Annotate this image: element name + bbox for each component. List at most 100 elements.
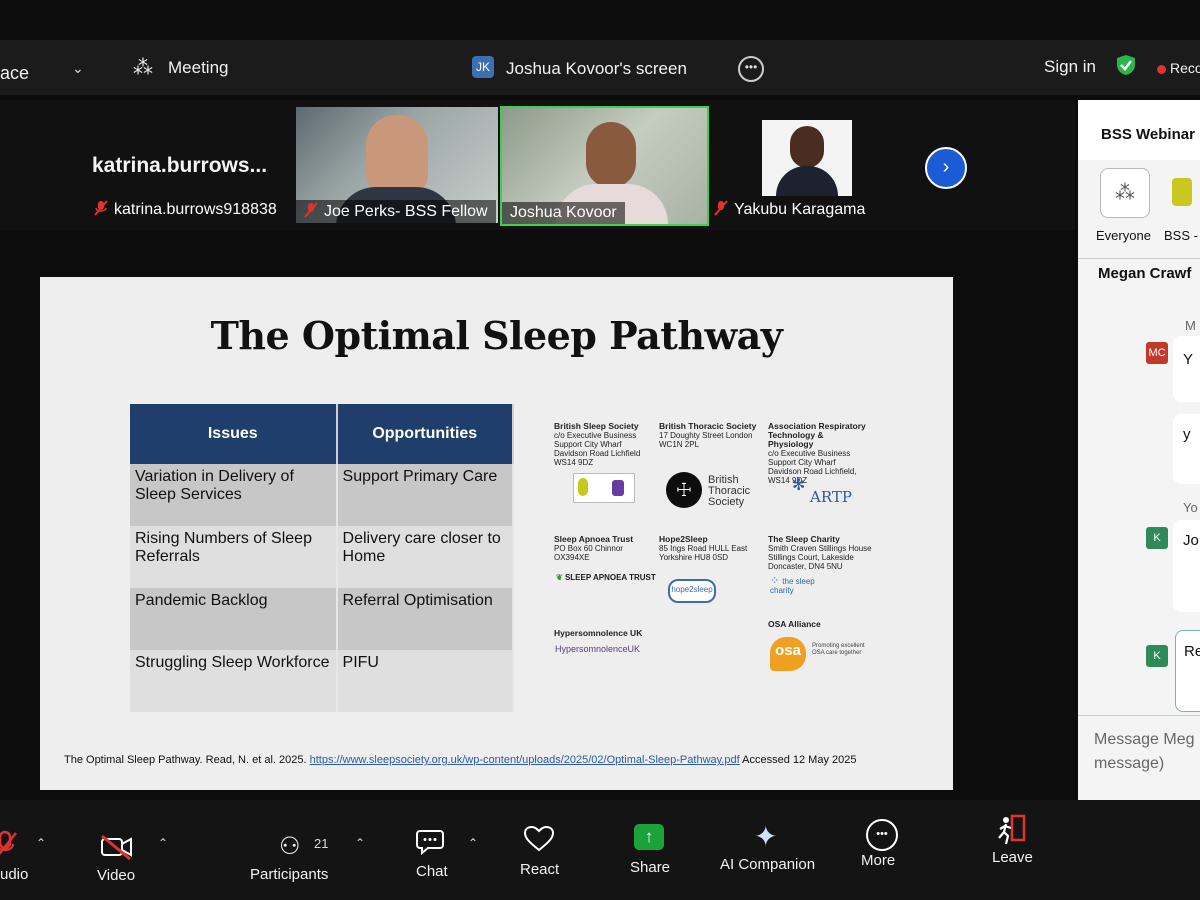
message-bubble: y [1173,414,1200,484]
message-sender: Yo [1183,500,1198,515]
logo-mark [578,478,588,496]
sign-in-link[interactable]: Sign in [1044,57,1096,77]
react-label[interactable]: React [520,861,559,878]
org-name: British Sleep Society [554,421,639,431]
issues-opportunities-table: Issues Opportunities Variation in Delive… [130,404,515,712]
org-name: British Thoracic Society [659,421,757,431]
org-address: c/o Executive Business Support City Whar… [554,431,641,467]
org-sleep-apnoea-trust: Sleep Apnoea Trust PO Box 60 Chinnor OX3… [554,534,649,563]
message-line: Re [1184,643,1200,660]
org-hope2sleep: Hope2Sleep 85 Ings Road HULL East Yorksh… [659,534,754,563]
org-british-thoracic-society: British Thoracic Society 17 Doughty Stre… [659,421,759,450]
avatar-yakubu-karagama [762,120,852,196]
hypersomnolence-logo: HypersomnolenceUK [555,644,641,654]
table-cell: Struggling Sleep Workforce [130,650,338,712]
security-shield-icon[interactable] [1116,54,1136,76]
table-row: Struggling Sleep Workforce PIFU [130,650,515,712]
org-artp: Association Respiratory Technology & Phy… [768,422,868,486]
mic-muted-icon [714,200,728,216]
avatar: K [1146,527,1168,549]
chat-icon[interactable] [416,828,446,856]
react-heart-icon[interactable] [524,826,554,852]
org-name: Hope2Sleep [659,534,708,544]
message-placeholder: message) [1094,755,1165,772]
message-sender: M [1185,318,1196,333]
chevron-down-icon[interactable]: ⌄ [72,60,84,77]
slide-title: The Optimal Sleep Pathway [210,313,783,358]
bts-logo-text: British Thoracic Society [708,474,751,508]
ai-companion-label[interactable]: AI Companion [720,856,815,873]
meeting-label[interactable]: Meeting [168,58,228,78]
ai-companion-sparkle-icon[interactable]: ✦ [754,820,777,853]
more-label[interactable]: More [861,852,895,869]
table-cell: Delivery care closer to Home [336,526,515,588]
divider [1078,258,1200,259]
recipient-everyone[interactable]: Everyone [1096,228,1151,243]
tile-name: Yakubu Karagama [714,200,865,219]
osa-alliance-logo: osa [770,637,806,671]
org-hypersomnolence-uk: Hypersomnolence UK [554,629,649,638]
leave-door-icon[interactable] [996,814,1028,846]
mic-muted-icon[interactable] [0,830,18,860]
next-page-chevron-right-icon[interactable]: › [925,147,967,189]
message-line: Jo [1183,532,1199,549]
chevron-up-icon[interactable]: ⌃ [158,836,168,850]
org-name: Sleep Apnoea Trust [554,534,634,544]
bss-recipient-icon[interactable] [1172,178,1192,206]
org-address: Smith Craven Stillings House Stillings C… [768,544,872,571]
message-line: y [1183,426,1191,443]
participant-shoulders [776,166,838,196]
sleep-apnoea-trust-logo: ❦ SLEEP APNOEA TRUST [556,573,656,582]
recording-label[interactable]: Reco [1170,60,1200,76]
logo-text: SLEEP APNOEA TRUST [564,573,656,582]
meeting-toolbar: udio ⌃ Video ⌃ ⚇ 21 Participants ⌃ Chat … [0,800,1200,900]
participant-face [586,122,636,188]
org-address: c/o Executive Business Support City Whar… [768,449,857,485]
bts-logo-icon: ☩ [666,472,702,508]
more-icon[interactable]: ••• [866,819,898,851]
participants-icon[interactable]: ⚇ [279,832,301,861]
hope2sleep-logo: hope2sleep [668,579,716,603]
citation-accessed: Accessed 12 May 2025 [742,754,857,766]
leaf-icon: ❦ [556,573,565,582]
table-header-issues: Issues [130,404,338,464]
org-address: PO Box 60 Chinnor OX394XE [554,544,623,562]
video-tile-joshua-kovoor[interactable]: Joshua Kovoor [500,106,709,226]
citation-link[interactable]: https://www.sleepsociety.org.uk/wp-conte… [310,754,740,766]
sleep-charity-logo: ⁘ the sleep charity [770,576,820,596]
video-label[interactable]: Video [97,867,135,884]
meeting-top-bar: ace ⌄ ⁂ Meeting JK Joshua Kovoor's scree… [0,40,1200,95]
more-options-icon[interactable]: ••• [738,56,764,82]
table-cell: Support Primary Care [336,464,515,526]
everyone-recipient-icon[interactable]: ⁂ [1100,168,1150,218]
participants-label[interactable]: Participants [250,866,328,883]
message-input[interactable]: Message Meg message) [1094,728,1195,776]
table-cell: Pandemic Backlog [130,588,338,650]
screen-share-title: Joshua Kovoor's screen [506,59,687,78]
video-off-icon[interactable] [100,834,134,860]
table-header-opportunities: Opportunities [336,404,515,464]
leave-label[interactable]: Leave [992,849,1033,866]
audio-label[interactable]: udio [0,866,28,883]
citation-text: The Optimal Sleep Pathway. Read, N. et a… [64,754,307,766]
chat-label[interactable]: Chat [416,863,448,880]
chevron-up-icon[interactable]: ⌃ [355,836,365,850]
artp-flower-icon: ✻ [792,477,806,494]
table-cell: Variation in Delivery of Sleep Services [130,464,338,526]
share-label[interactable]: Share [630,859,670,876]
table-cell: PIFU [336,650,515,712]
video-tile-joe-perks[interactable]: Joe Perks- BSS Fellow [296,107,498,223]
logo-mark [612,480,624,496]
recipient-bss[interactable]: BSS - [1164,228,1198,243]
chevron-up-icon[interactable]: ⌃ [36,836,46,850]
participants-count: 21 [314,836,329,851]
org-name: The Sleep Charity [768,534,840,544]
chevron-up-icon[interactable]: ⌃ [468,836,478,850]
tile-name: Joe Perks- BSS Fellow [296,200,496,223]
share-screen-icon[interactable]: ↑ [634,824,664,850]
message-line: Y [1183,351,1194,368]
table-row: Variation in Delivery of Sleep Services … [130,464,515,526]
british-sleep-society-logo-icon [573,473,635,503]
tile-name-label: Joshua Kovoor [510,204,617,221]
message-placeholder: Message Meg [1094,731,1195,748]
